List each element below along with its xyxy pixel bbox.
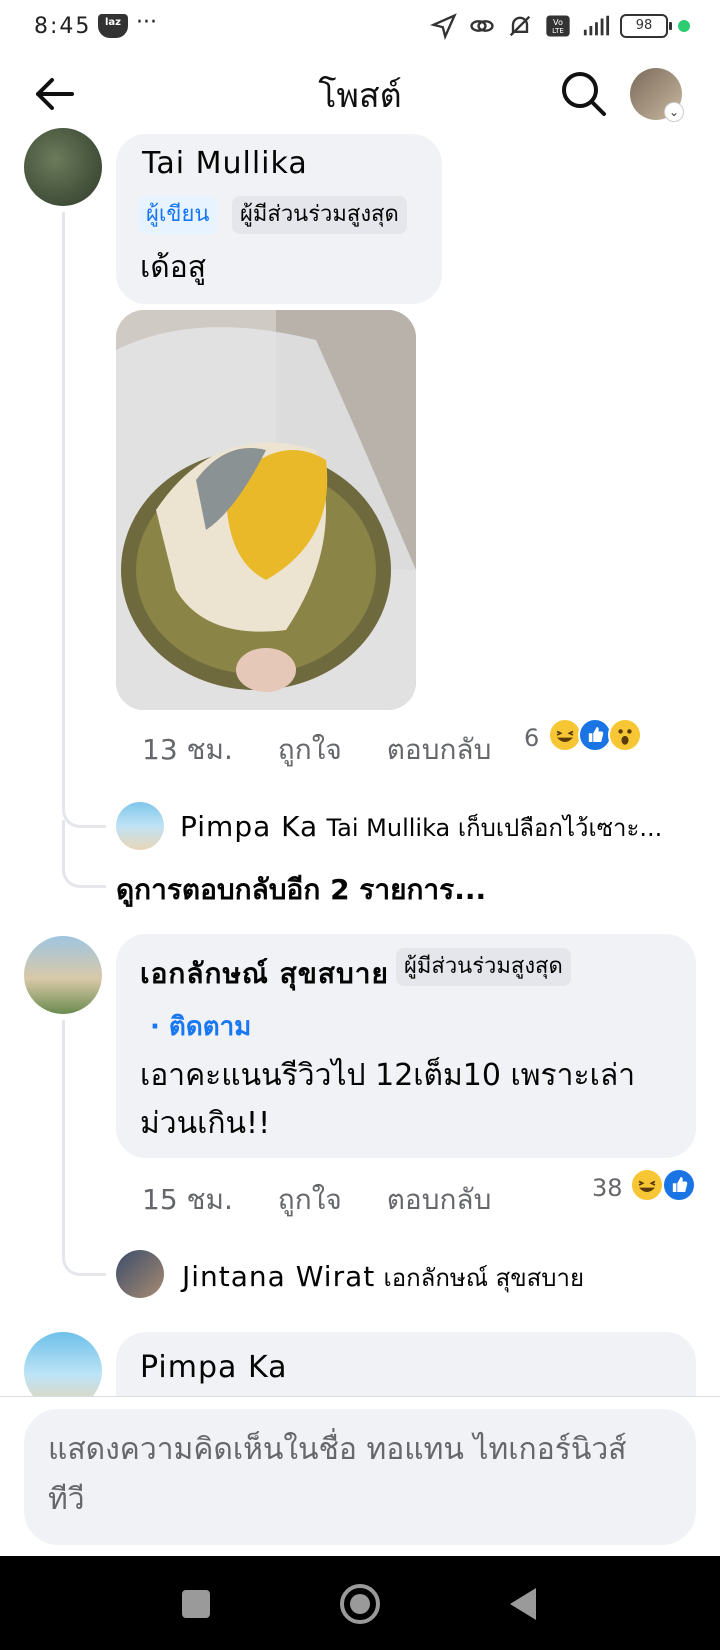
- link-icon: [470, 20, 494, 32]
- commenter-name[interactable]: Pimpa Ka: [140, 1350, 287, 1385]
- avatar[interactable]: [24, 936, 102, 1014]
- recents-button-icon[interactable]: [172, 1580, 220, 1628]
- like-button[interactable]: ถูกใจ: [278, 733, 342, 766]
- location-icon: [430, 13, 457, 40]
- home-button-icon[interactable]: [336, 1580, 384, 1628]
- search-icon[interactable]: [558, 68, 610, 120]
- wow-reaction-icon: [608, 718, 642, 752]
- thread-connector: [62, 820, 106, 888]
- haha-reaction-icon: [630, 1168, 664, 1202]
- haha-reaction-icon: [548, 718, 582, 752]
- durian-image: [116, 310, 416, 710]
- chevron-down-icon: ⌄: [664, 102, 684, 122]
- comment-meta: 15 ชม. ถูกใจ ตอบกลับ: [142, 1178, 527, 1222]
- like-reaction-icon: [662, 1168, 696, 1202]
- clock: 8:45: [34, 14, 92, 39]
- comment-text: เด้อสู: [140, 250, 207, 285]
- reply-button[interactable]: ตอบกลับ: [387, 733, 492, 766]
- comment-meta: 13 ชม. ถูกใจ ตอบกลับ: [142, 728, 527, 772]
- comment-time[interactable]: 13 ชม.: [142, 733, 233, 766]
- avatar[interactable]: [116, 802, 164, 850]
- comment-composer-bar: แสดงความคิดเห็นในชื่อ ทอแทน ไทเกอร์นิวส์…: [0, 1396, 720, 1556]
- reply-preview[interactable]: Jintana Wirat เอกลักษณ์ สุขสบาย: [182, 1258, 584, 1297]
- like-reaction-icon: [578, 718, 612, 752]
- lazada-notification-icon: laz: [98, 14, 128, 38]
- reply-snippet: เอกลักษณ์ สุขสบาย: [383, 1264, 585, 1292]
- reply-button[interactable]: ตอบกลับ: [387, 1183, 492, 1216]
- signal-icon: [583, 15, 610, 36]
- top-fan-badge: ผู้มีส่วนร่วมสูงสุด: [232, 196, 407, 234]
- view-more-replies-link[interactable]: ดูการตอบกลับอีก 2 รายการ...: [116, 868, 486, 912]
- reply-snippet: Tai Mullika เก็บเปลือกไว้เซาะ...: [326, 814, 663, 842]
- avatar[interactable]: [116, 1250, 164, 1298]
- author-badge: ผู้เขียน: [138, 196, 218, 234]
- comment-input[interactable]: แสดงความคิดเห็นในชื่อ ทอแทน ไทเกอร์นิวส์…: [24, 1409, 696, 1545]
- more-notifications-icon: ···: [136, 10, 157, 35]
- volte-icon: VoLTE: [546, 15, 570, 37]
- profile-switcher-avatar[interactable]: ⌄: [630, 68, 684, 122]
- commenter-name[interactable]: Tai Mullika: [142, 146, 308, 181]
- thread-connector: [62, 212, 65, 808]
- svg-text:LTE: LTE: [552, 27, 564, 35]
- top-fan-badge: ผู้มีส่วนร่วมสูงสุด: [396, 948, 571, 986]
- system-icons: Vo LTE 98: [430, 12, 690, 40]
- privacy-indicator: [678, 20, 690, 32]
- reply-author: Jintana Wirat: [182, 1260, 376, 1293]
- page-title: โพสต์: [318, 76, 402, 116]
- top-app-bar: โพสต์ ⌄: [0, 56, 720, 132]
- battery-icon: 98: [620, 14, 672, 38]
- status-bar: 8:45 laz ··· Vo LTE 98: [0, 0, 720, 56]
- follow-link[interactable]: · ติดตาม: [150, 1006, 251, 1047]
- avatar[interactable]: [24, 128, 102, 206]
- system-navigation-bar: [0, 1556, 720, 1650]
- thread-connector: [62, 1020, 106, 1276]
- mute-bell-icon: [509, 15, 531, 37]
- comment-time[interactable]: 15 ชม.: [142, 1183, 233, 1216]
- comment-photo-durian[interactable]: [116, 310, 416, 710]
- back-button-icon[interactable]: [500, 1580, 548, 1628]
- reply-preview[interactable]: Pimpa Ka Tai Mullika เก็บเปลือกไว้เซาะ..…: [180, 808, 662, 847]
- commenter-name[interactable]: เอกลักษณ์ สุขสบาย: [140, 952, 389, 996]
- reaction-count[interactable]: 6: [524, 724, 539, 752]
- reply-author: Pimpa Ka: [180, 810, 319, 843]
- svg-text:Vo: Vo: [553, 17, 563, 27]
- reaction-count[interactable]: 38: [592, 1174, 623, 1202]
- comment-text: ม่วนเกิน!!: [140, 1106, 271, 1141]
- comment-text: เอาคะแนนรีวิวไป 12เต็ม10 เพราะเล่า: [140, 1058, 636, 1093]
- like-button[interactable]: ถูกใจ: [278, 1183, 342, 1216]
